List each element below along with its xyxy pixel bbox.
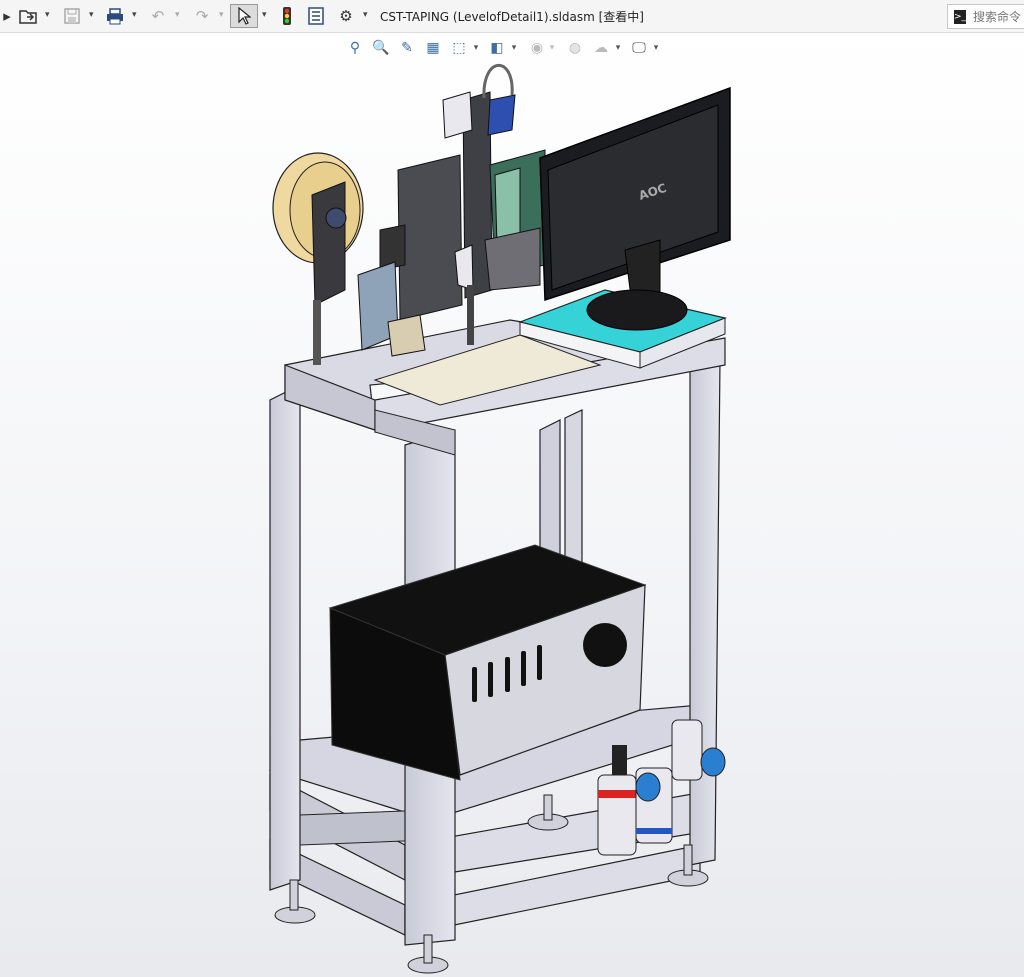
- front-leg-left: [269, 384, 301, 891]
- front-leg-right: [689, 359, 721, 866]
- reel-bracket: [311, 181, 346, 306]
- cabinet-fan-hole: [583, 623, 627, 667]
- stepper-motor: [387, 314, 426, 357]
- cad-assembly-model[interactable]: AOC: [0, 0, 1024, 977]
- monitor-stand-base: [586, 289, 688, 331]
- blue-actuator: [487, 94, 516, 136]
- actuator-plate: [397, 154, 463, 321]
- reel-post: [313, 300, 321, 365]
